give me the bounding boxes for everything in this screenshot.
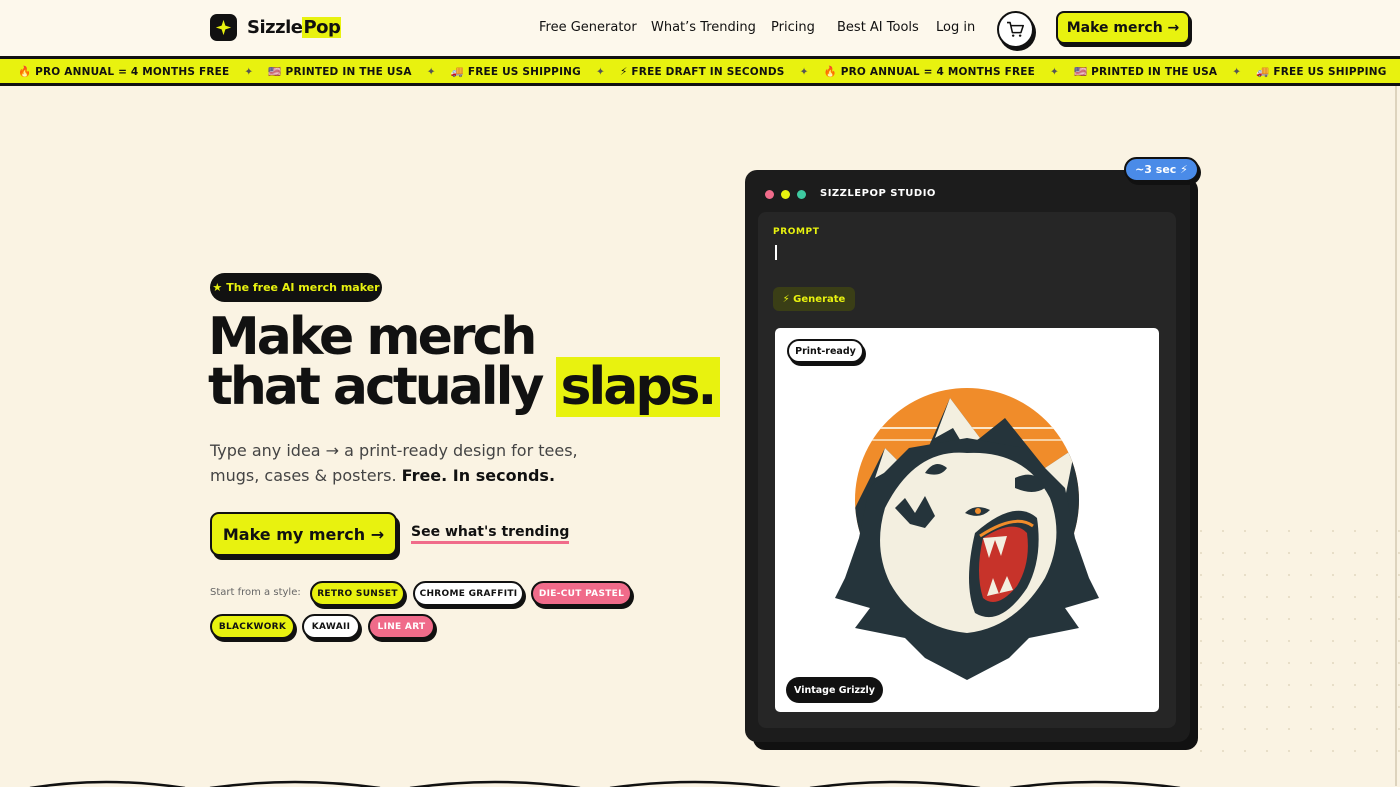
generate-button[interactable]: ⚡ Generate (773, 287, 855, 311)
ticker-item: 🚚 FREE US SHIPPING (450, 66, 581, 78)
window-dot-green (797, 190, 806, 199)
ticker-item: 🚚 FREE US SHIPPING (1256, 66, 1387, 78)
headline-highlight: slaps. (556, 357, 721, 417)
ticker-item: 🇺🇸 PRINTED IN THE USA (1074, 66, 1218, 78)
ticker-item: 🔥 PRO ANNUAL = 4 MONTHS FREE (18, 66, 230, 78)
style-chip-blackwork[interactable]: BLACKWORK (210, 614, 295, 639)
nav-best-ai-tools[interactable]: Best AI Tools (837, 20, 919, 35)
scrollbar-track[interactable] (1395, 86, 1397, 786)
prompt-label: PROMPT (773, 227, 820, 237)
hero-subtext: Type any idea → a print-ready design for… (210, 441, 578, 485)
ticker-track: 🔥 PRO ANNUAL = 4 MONTHS FREE ✦ 🇺🇸 PRINTED … (18, 65, 1400, 79)
window-dot-yellow (781, 190, 790, 199)
make-my-merch-button[interactable]: Make my merch → (210, 512, 397, 556)
prompt-input[interactable] (775, 245, 777, 260)
style-label: Start from a style: (210, 587, 301, 598)
design-name-chip: Vintage Grizzly (786, 677, 883, 703)
style-chip-kawaii[interactable]: KAWAII (302, 614, 360, 639)
ticker-separator-icon: ✦ (426, 65, 436, 78)
sparkle-icon (210, 14, 237, 41)
design-preview (775, 328, 1159, 712)
ticker-separator-icon: ✦ (1232, 65, 1242, 78)
site-header: SizzlePop Free Generator What’s Trending… (0, 0, 1400, 56)
nav-free-generator[interactable]: Free Generator (539, 20, 637, 35)
cart-button[interactable] (997, 11, 1034, 48)
nav-pricing[interactable]: Pricing (771, 20, 815, 35)
promo-ticker: 🔥 PRO ANNUAL = 4 MONTHS FREE ✦ 🇺🇸 PRINTED … (0, 56, 1400, 86)
window-dot-red (765, 190, 774, 199)
ticker-separator-icon: ✦ (799, 65, 809, 78)
studio-title: SIZZLEPOP STUDIO (820, 188, 936, 199)
nav-log-in[interactable]: Log in (936, 20, 975, 35)
cart-icon (1007, 21, 1024, 37)
hero-headline: Make merch that actually slaps. (208, 311, 721, 417)
dot-grid-decoration (1190, 520, 1400, 770)
hero-tagline-pill: ★ The free AI merch maker (210, 273, 382, 302)
brand-logo[interactable]: SizzlePop (210, 14, 342, 41)
grizzly-illustration (835, 388, 1099, 680)
ticker-separator-icon: ✦ (1050, 65, 1059, 78)
brand-name: SizzlePop (247, 17, 342, 38)
print-ready-chip: Print-ready (787, 339, 864, 363)
make-merch-header-button[interactable]: Make merch → (1056, 11, 1190, 44)
style-chip-line-art[interactable]: LINE ART (368, 614, 435, 639)
ticker-item: ⚡ FREE DRAFT IN SECONDS (619, 65, 785, 78)
ticker-separator-icon: ✦ (595, 65, 605, 78)
style-chip-die-cut-pastel[interactable]: DIE-CUT PASTEL (531, 581, 632, 606)
ticker-item: 🇺🇸 PRINTED IN THE USA (268, 66, 412, 78)
see-trending-link[interactable]: See what's trending (411, 524, 570, 544)
star-icon: ★ (212, 281, 223, 294)
speed-badge: ~3 sec ⚡ (1124, 157, 1199, 182)
next-section-cards-peek (29, 780, 1181, 787)
style-chip-chrome-graffiti[interactable]: CHROME GRAFFITI (413, 581, 524, 606)
nav-whats-trending[interactable]: What’s Trending (651, 20, 756, 35)
ticker-item: 🔥 PRO ANNUAL = 4 MONTHS FREE (823, 66, 1035, 78)
style-chip-retro-sunset[interactable]: RETRO SUNSET (310, 581, 405, 606)
hero-subtext-emphasis: Free. In seconds. (401, 466, 556, 485)
ticker-separator-icon: ✦ (244, 65, 254, 78)
